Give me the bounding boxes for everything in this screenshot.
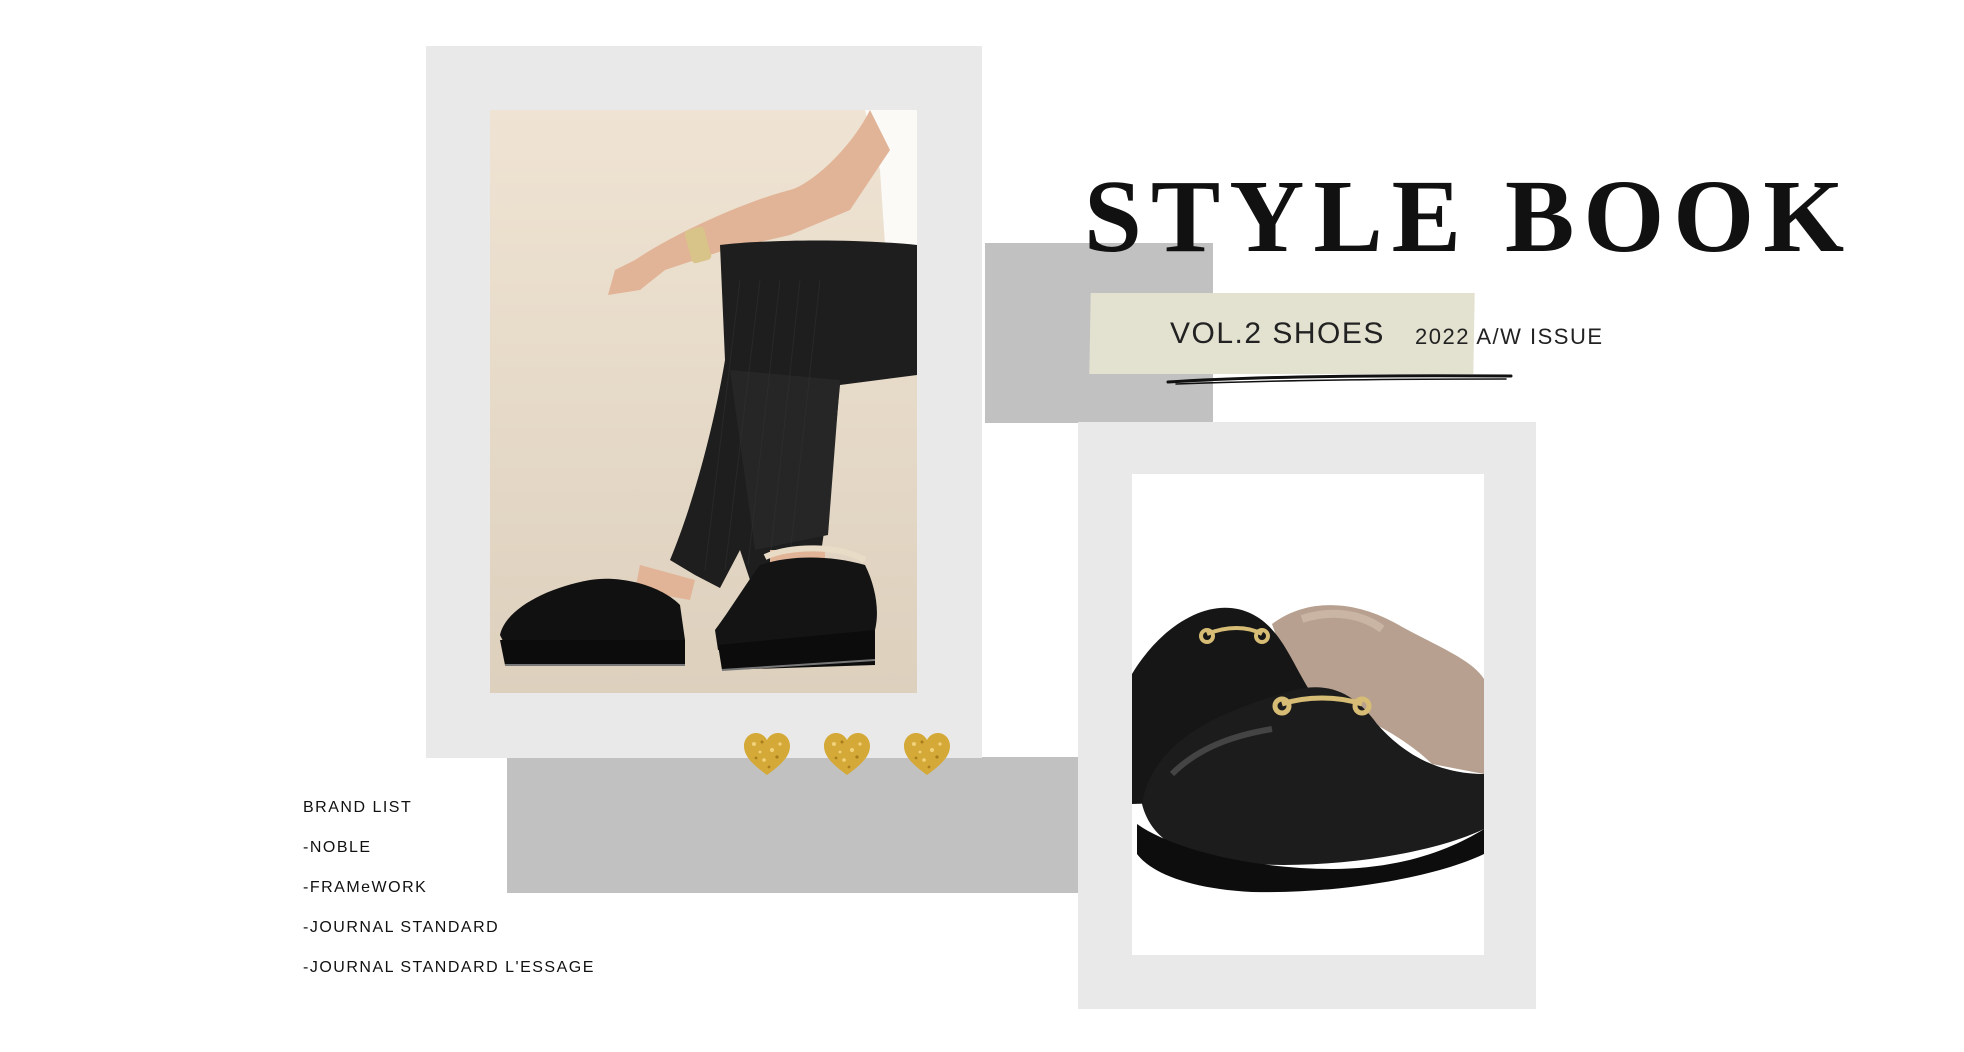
brand-list-item[interactable]: -JOURNAL STANDARD L'ESSAGE — [303, 954, 703, 994]
page-title: STYLE BOOK — [1084, 159, 1854, 274]
volume-label: VOL.2 SHOES — [1170, 317, 1385, 350]
model-legs-illustration — [490, 110, 917, 693]
brand-list-item[interactable]: -JOURNAL STANDARD — [303, 914, 703, 954]
brand-list: BRAND LIST -NOBLE -FRAMeWORK -JOURNAL ST… — [303, 794, 703, 994]
gold-glitter-heart-icon — [744, 733, 790, 775]
gold-hearts-decoration — [742, 730, 957, 786]
left-photo — [490, 110, 917, 693]
brand-list-heading: BRAND LIST — [303, 799, 413, 816]
brush-underline — [1166, 374, 1513, 385]
right-photo — [1132, 474, 1484, 955]
brand-list-item[interactable]: -FRAMeWORK — [303, 874, 703, 914]
gold-glitter-heart-icon — [904, 733, 950, 775]
issue-label: 2022 A/W ISSUE — [1415, 324, 1604, 349]
gold-glitter-heart-icon — [824, 733, 870, 775]
brand-list-item[interactable]: -NOBLE — [303, 834, 703, 874]
loafer-mule-illustration — [1132, 474, 1484, 955]
